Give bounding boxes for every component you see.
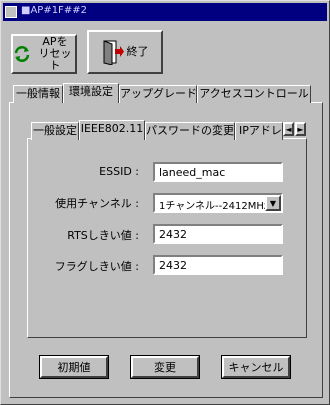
exit-door-icon	[102, 39, 124, 66]
default-values-label: 初期値	[57, 361, 91, 374]
cancel-button[interactable]: キャンセル	[221, 355, 291, 379]
tab-label: パスワードの変更	[146, 124, 234, 137]
arrow-right-icon: ►	[297, 124, 304, 134]
change-button[interactable]: 変更	[130, 355, 200, 379]
tab-label: IPアドレ	[239, 124, 282, 137]
cancel-label: キャンセル	[228, 361, 284, 374]
window-title: ■AP#1F##2	[21, 5, 87, 16]
app-window: ■AP#1F##2 APを リセット 終了 一般情報 環境設定 アップグレード …	[0, 0, 330, 405]
tab-label: IEEE802.11	[80, 122, 144, 135]
channel-select[interactable]: 1チャンネル--2412MHz ▼	[153, 193, 283, 213]
reset-ap-button[interactable]: APを リセット	[11, 34, 77, 74]
tab-upgrade[interactable]: アップグレード	[119, 85, 197, 103]
channel-select-value: 1チャンネル--2412MHz	[159, 201, 270, 212]
tab-label: 一般情報	[16, 87, 60, 100]
rts-threshold-field[interactable]: 2432	[153, 224, 283, 244]
tab-general-settings[interactable]: 一般設定	[31, 122, 79, 140]
tab-label: アクセスコントロール	[199, 87, 309, 100]
arrow-left-icon: ◄	[285, 124, 292, 134]
tab-scroll-left-button[interactable]: ◄	[283, 122, 294, 136]
chevron-down-icon[interactable]: ▼	[265, 195, 281, 211]
rts-threshold-label: RTSしきい値 :	[67, 229, 139, 242]
tab-label: 一般設定	[33, 124, 77, 137]
tab-general-info[interactable]: 一般情報	[13, 85, 63, 103]
fragment-threshold-field[interactable]: 2432	[153, 255, 283, 275]
tab-ip-address[interactable]: IPアドレ	[235, 122, 283, 140]
tab-change-password[interactable]: パスワードの変更	[145, 122, 235, 140]
tab-access-control[interactable]: アクセスコントロール	[197, 85, 311, 103]
exit-button[interactable]: 終了	[87, 30, 163, 74]
default-values-button[interactable]: 初期値	[39, 355, 109, 379]
fragment-threshold-label: フラグしきい値 :	[54, 260, 139, 273]
tab-label: アップグレード	[120, 87, 197, 100]
channel-label: 使用チャンネル :	[55, 197, 139, 210]
title-bar: ■AP#1F##2	[3, 3, 327, 21]
essid-field[interactable]: laneed_mac	[153, 162, 283, 182]
tab-scroll-right-button[interactable]: ►	[295, 122, 306, 136]
tab-ieee80211[interactable]: IEEE802.11	[79, 120, 145, 140]
essid-label: ESSID :	[99, 165, 139, 178]
change-label: 変更	[154, 361, 176, 374]
app-icon[interactable]	[5, 6, 17, 18]
refresh-arrows-icon	[13, 45, 31, 63]
reset-ap-label: APを リセット	[38, 35, 72, 72]
exit-label: 終了	[126, 45, 149, 58]
tab-environment-settings[interactable]: 環境設定	[63, 83, 119, 103]
tab-label: 環境設定	[69, 85, 113, 98]
